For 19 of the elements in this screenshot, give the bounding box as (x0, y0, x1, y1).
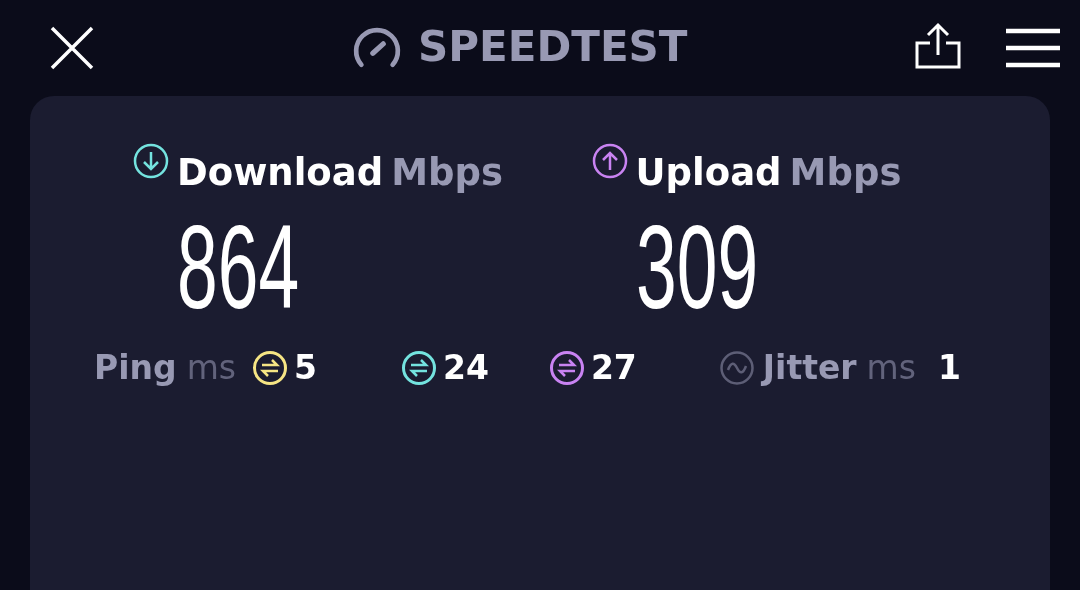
speed-value: 309 (635, 208, 758, 326)
close-icon[interactable] (50, 26, 94, 70)
wave-icon (718, 349, 755, 386)
ping-value: 27 (590, 348, 637, 387)
menu-icon[interactable] (1006, 28, 1060, 68)
share-icon[interactable] (914, 21, 962, 69)
ping-value: 24 (442, 348, 489, 387)
app-title: SPEEDTEST (418, 22, 688, 71)
ping-label: Ping (94, 348, 177, 387)
speed-value: 864 (177, 208, 300, 326)
result-label: Download (177, 151, 384, 194)
ping-value: 5 (293, 348, 317, 387)
jitter-label: Jitter (762, 348, 857, 387)
result-label: Upload (635, 151, 782, 194)
jitter-value: 1 (937, 348, 961, 387)
unit-label: ms (866, 348, 916, 387)
unit-label: Mbps (391, 151, 504, 194)
unit-label: Mbps (789, 151, 902, 194)
unit-label: ms (186, 348, 236, 387)
